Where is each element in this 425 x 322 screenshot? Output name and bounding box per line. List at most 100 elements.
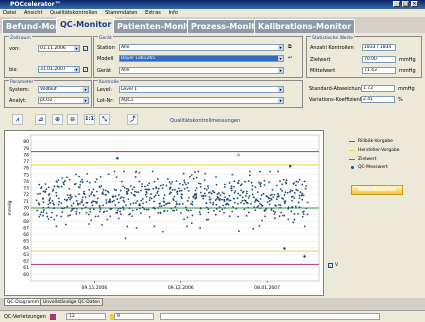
qc-point [195,187,198,189]
qc-point [266,195,268,198]
filter-icon[interactable]: ⧉ [288,44,292,50]
chevron-down-icon[interactable]: ▾ [83,87,88,92]
calendar-dropdown-icon[interactable]: ▾ [74,67,79,72]
qc-point [36,209,39,212]
bis-checkbox[interactable]: ✓ [83,67,88,72]
qc-point [149,197,151,199]
chart-type-icon[interactable]: ⩘ [12,114,23,125]
qc-point [78,175,80,178]
von-checkbox[interactable]: ✓ [83,46,88,51]
qc-point [166,178,169,180]
menu-qualitaetskontrollen[interactable]: Qualitätskontrollen [47,9,100,17]
legend-panel: Rilibäk-Vorgabe Hersteller-Vorgabe Zielw… [327,130,422,296]
qc-point [150,197,153,200]
qc-point [168,181,171,183]
aktualisieren-button[interactable]: Aktualisieren [351,185,403,195]
chevron-down-icon[interactable]: ▾ [83,98,88,103]
qc-point [247,211,250,214]
level-select[interactable]: Level 1 ▾ [119,86,284,93]
tab-unvollstaendige-qc-daten[interactable]: Unvollständige QC-Daten [40,298,103,306]
zoom-reset-button[interactable]: 1:1 [84,114,95,125]
qc-point [75,207,78,210]
menu-info[interactable]: Info [165,9,180,17]
geraet-select[interactable]: Alle ▾ [119,67,284,74]
qc-point [287,206,290,208]
qc-point [268,181,271,184]
qc-point [207,208,210,210]
export-chart-icon[interactable]: ⤴ [127,114,138,125]
qc-point [197,182,200,185]
qc-point [297,213,300,215]
qc-point [129,212,131,215]
menu-datei[interactable]: Datei [0,9,19,17]
qc-point [39,192,42,195]
minimize-icon[interactable]: _ [393,1,400,7]
menu-ansicht[interactable]: Ansicht [21,9,45,17]
statistik-extra: Standard-Abweichung 1.72 mmHg Variations… [306,80,422,108]
v-checkbox[interactable]: ✓ [328,263,333,268]
qc-point [282,198,285,200]
legend-zielwert: Zielwert [358,157,377,162]
qc-point [119,207,122,210]
qc-point [90,193,93,195]
qc-point [157,207,160,209]
system-select[interactable]: Vollblut ▾ [38,86,89,93]
close-icon[interactable]: × [411,1,418,7]
qc-point [147,208,150,211]
qc-point [63,198,66,201]
qc-point [218,199,221,201]
qc-point [223,192,226,195]
tab-qc-diagramm[interactable]: QC-Diagramm [4,298,43,306]
zoom-out-icon[interactable]: ⊖ [67,114,78,125]
chevron-down-icon[interactable]: ▾ [278,45,283,50]
qc-point [145,195,148,198]
qc-point [44,183,47,185]
qc-chart: 8079787776757473727170696867666564636261… [7,134,320,291]
qc-point [109,198,111,201]
fit-icon[interactable]: ⤡ [99,114,110,125]
zoom-in-icon[interactable]: ⊕ [52,114,63,125]
link-icon[interactable]: ↩ [288,55,292,61]
analyt-select[interactable]: pCO2 ▾ [38,97,89,104]
tab-kalibrations-monitor[interactable]: Kalibrations-Monitor [254,19,356,33]
qc-point [111,200,114,203]
modell-select[interactable]: Bayer Lab1265 ▾ [119,55,284,62]
qc-point [105,202,108,204]
qc-point [171,181,174,183]
qc-point [89,210,92,213]
qc-point [274,204,277,207]
qc-point [237,202,239,205]
chevron-down-icon[interactable]: ▾ [278,68,283,73]
parameter-title: Parameter [9,80,35,85]
anzahl-value: 1833 / 1834 [362,44,396,51]
qc-point [172,199,175,202]
modell-label: Modell [97,56,114,62]
tab-qc-monitor[interactable]: QC-Monitor [56,17,116,33]
qc-point [137,191,140,194]
qc-point [232,205,234,208]
mittelwert-value: 71.43 [362,67,396,74]
qc-point [72,207,75,210]
chevron-down-icon[interactable]: ▾ [278,98,283,103]
lot-select[interactable]: AQC1 ▾ [119,97,284,104]
chevron-down-icon[interactable]: ▾ [278,87,283,92]
menu-extras[interactable]: Extras [142,9,164,17]
qc-point [250,202,252,205]
station-select[interactable]: Alle ▾ [119,44,284,51]
qc-point [205,218,208,221]
qc-point [61,177,64,179]
maximize-icon[interactable]: □ [402,1,409,7]
bis-date-field[interactable]: 31.01.2007 ▾ [38,66,80,73]
qc-point [106,190,109,193]
menu-stammdaten[interactable]: Stammdaten [102,9,140,17]
calendar-dropdown-icon[interactable]: ▾ [74,46,79,51]
qc-point [241,196,244,199]
qc-point [197,170,200,173]
chart-line-icon[interactable]: ⊿ [35,114,46,125]
chevron-down-icon[interactable]: ▾ [278,56,283,61]
qc-point [229,199,232,202]
qc-point [156,178,159,180]
qc-point [210,192,213,195]
zielwert-value: 70.00 [362,56,396,63]
von-date-field[interactable]: 01.11.2006 ▾ [38,45,80,52]
